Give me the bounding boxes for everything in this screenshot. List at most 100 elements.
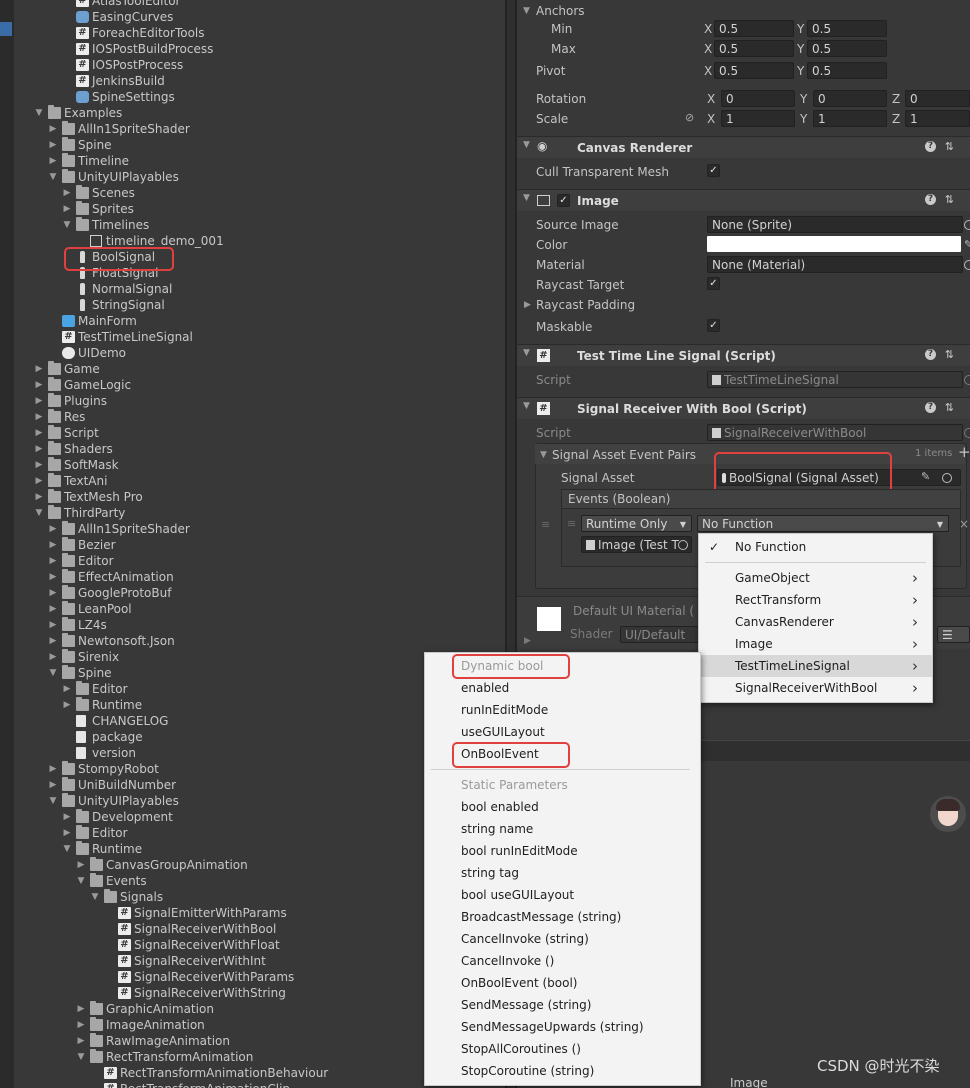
remove-item-icon[interactable]: × xyxy=(959,515,969,533)
static-method-item[interactable]: StopAllCoroutines () xyxy=(425,1038,700,1060)
collapsed-arrow-icon[interactable]: ▶ xyxy=(76,857,86,873)
tree-item[interactable]: SpineSettings xyxy=(0,89,500,105)
collapsed-arrow-icon[interactable]: ▶ xyxy=(62,681,72,697)
help-icon[interactable]: ? xyxy=(925,141,936,152)
function-dropdown[interactable]: No Function ▼ xyxy=(697,515,949,532)
anchors-max-y-field[interactable]: 0.5 xyxy=(807,40,887,57)
expanded-arrow-icon[interactable]: ▼ xyxy=(90,889,100,905)
canvas-renderer-header[interactable]: ▼ ◉ Canvas Renderer ? ⇅ xyxy=(517,136,970,158)
anchors-min-x-field[interactable]: 0.5 xyxy=(714,20,794,37)
material-foldout-icon[interactable]: ▶ xyxy=(524,632,531,650)
collapsed-arrow-icon[interactable]: ▶ xyxy=(48,649,58,665)
pairs-foldout-icon[interactable]: ▼ xyxy=(540,446,547,464)
constrain-link-icon[interactable]: ⊘ xyxy=(685,109,694,127)
tree-item[interactable]: # JenkinsBuild xyxy=(0,73,500,89)
tree-item[interactable]: ▶ Bezier xyxy=(0,537,500,553)
dynamic-method-item[interactable]: useGUILayout xyxy=(425,721,700,743)
scale-y-field[interactable]: 1 xyxy=(813,110,887,127)
collapsed-arrow-icon[interactable]: ▶ xyxy=(34,361,44,377)
static-method-item[interactable]: SendMessageUpwards (string) xyxy=(425,1016,700,1038)
expanded-arrow-icon[interactable]: ▼ xyxy=(76,873,86,889)
expanded-arrow-icon[interactable]: ▼ xyxy=(48,793,58,809)
tree-item[interactable]: MainForm xyxy=(0,313,500,329)
anchors-foldout-icon[interactable]: ▼ xyxy=(523,2,530,20)
collapsed-arrow-icon[interactable]: ▶ xyxy=(34,393,44,409)
function-menu-item[interactable]: CanvasRenderer › xyxy=(699,611,932,633)
tree-item[interactable]: ▶ Timeline xyxy=(0,153,500,169)
tree-item[interactable]: ▶ Script xyxy=(0,425,500,441)
collapsed-arrow-icon[interactable]: ▶ xyxy=(48,633,58,649)
color-swatch[interactable] xyxy=(707,236,961,252)
collapsed-arrow-icon[interactable]: ▶ xyxy=(48,569,58,585)
tree-item[interactable]: ▶ Shaders xyxy=(0,441,500,457)
tree-item[interactable]: ▼ Examples xyxy=(0,105,500,121)
function-menu-item[interactable]: SignalReceiverWithBool › xyxy=(699,677,932,699)
image-component-header[interactable]: ▼ ✓ Image ? ⇅ xyxy=(517,189,970,211)
anchors-max-x-field[interactable]: 0.5 xyxy=(714,40,794,57)
expanded-arrow-icon[interactable]: ▼ xyxy=(48,169,58,185)
tree-item[interactable]: ▶ Newtonsoft.Json xyxy=(0,633,500,649)
tree-item[interactable]: ▼ Timelines xyxy=(0,217,500,233)
static-method-item[interactable]: bool enabled xyxy=(425,796,700,818)
function-menu-item[interactable]: RectTransform › xyxy=(699,589,932,611)
pivot-x-field[interactable]: 0.5 xyxy=(714,62,794,79)
collapsed-arrow-icon[interactable]: ▶ xyxy=(62,185,72,201)
collapsed-arrow-icon[interactable]: ▶ xyxy=(48,537,58,553)
drag-handle-icon[interactable]: ≡ xyxy=(541,516,550,534)
raycast-target-checkbox[interactable]: ✓ xyxy=(707,277,720,290)
function-menu-item[interactable]: TestTimeLineSignal › xyxy=(699,655,932,677)
foldout-icon[interactable]: ▼ xyxy=(523,401,530,411)
static-method-item[interactable]: string name xyxy=(425,818,700,840)
scale-x-field[interactable]: 1 xyxy=(721,110,795,127)
tree-item[interactable]: ▼ ThirdParty xyxy=(0,505,500,521)
collapsed-arrow-icon[interactable]: ▶ xyxy=(34,489,44,505)
collapsed-arrow-icon[interactable]: ▶ xyxy=(34,409,44,425)
help-icon[interactable]: ? xyxy=(925,349,936,360)
image-enabled-checkbox[interactable]: ✓ xyxy=(557,194,570,207)
expanded-arrow-icon[interactable]: ▼ xyxy=(62,217,72,233)
runtime-mode-dropdown[interactable]: Runtime Only ▼ xyxy=(581,515,692,532)
expanded-arrow-icon[interactable]: ▼ xyxy=(48,665,58,681)
collapsed-arrow-icon[interactable]: ▶ xyxy=(76,1001,86,1017)
object-picker-icon[interactable] xyxy=(942,473,952,483)
collapsed-arrow-icon[interactable]: ▶ xyxy=(48,585,58,601)
object-picker-icon[interactable] xyxy=(964,220,970,230)
settings-icon[interactable]: ⇅ xyxy=(945,401,954,414)
pivot-y-field[interactable]: 0.5 xyxy=(807,62,887,79)
settings-icon[interactable]: ⇅ xyxy=(945,140,954,153)
collapsed-arrow-icon[interactable]: ▶ xyxy=(62,809,72,825)
collapsed-arrow-icon[interactable]: ▶ xyxy=(34,441,44,457)
collapsed-arrow-icon[interactable]: ▶ xyxy=(48,553,58,569)
collapsed-arrow-icon[interactable]: ▶ xyxy=(48,521,58,537)
collapsed-arrow-icon[interactable]: ▶ xyxy=(48,761,58,777)
edit-pencil-icon[interactable]: ✎ xyxy=(921,468,930,486)
function-menu-item[interactable]: Image › xyxy=(699,633,932,655)
static-method-item[interactable]: OnBoolEvent (bool) xyxy=(425,972,700,994)
expanded-arrow-icon[interactable]: ▼ xyxy=(34,505,44,521)
avatar[interactable] xyxy=(930,796,966,832)
target-object-field[interactable]: Image (Test T xyxy=(581,536,692,553)
foldout-icon[interactable]: ▼ xyxy=(523,140,530,150)
tree-item[interactable]: EasingCurves xyxy=(0,9,500,25)
collapsed-arrow-icon[interactable]: ▶ xyxy=(62,825,72,841)
tree-item[interactable]: ▶ Game xyxy=(0,361,500,377)
tree-item[interactable]: # AtlasToolEditor xyxy=(0,0,500,9)
test-timeline-signal-header[interactable]: ▼ # Test Time Line Signal (Script) ? ⇅ xyxy=(517,344,970,366)
maskable-checkbox[interactable]: ✓ xyxy=(707,319,720,332)
rotation-z-field[interactable]: 0 xyxy=(905,90,970,107)
static-method-item[interactable]: SendMessage (string) xyxy=(425,994,700,1016)
collapsed-arrow-icon[interactable]: ▶ xyxy=(48,617,58,633)
tree-item[interactable]: # ForeachEditorTools xyxy=(0,25,500,41)
tree-item[interactable]: UIDemo xyxy=(0,345,500,361)
tree-item[interactable]: ▶ LZ4s xyxy=(0,617,500,633)
collapsed-arrow-icon[interactable]: ▶ xyxy=(48,601,58,617)
shader-dropdown[interactable]: UI/Default xyxy=(620,626,700,643)
eyedropper-icon[interactable]: ✎ xyxy=(964,236,970,254)
function-menu-item[interactable]: ✓ No Function xyxy=(699,536,932,558)
help-icon[interactable]: ? xyxy=(925,194,936,205)
tree-item[interactable]: ▶ SoftMask xyxy=(0,457,500,473)
tree-item[interactable]: ▶ Plugins xyxy=(0,393,500,409)
signal-receiver-header[interactable]: ▼ # Signal Receiver With Bool (Script) ?… xyxy=(517,397,970,419)
function-menu-item[interactable]: GameObject › xyxy=(699,567,932,589)
tree-item[interactable]: # IOSPostProcess xyxy=(0,57,500,73)
